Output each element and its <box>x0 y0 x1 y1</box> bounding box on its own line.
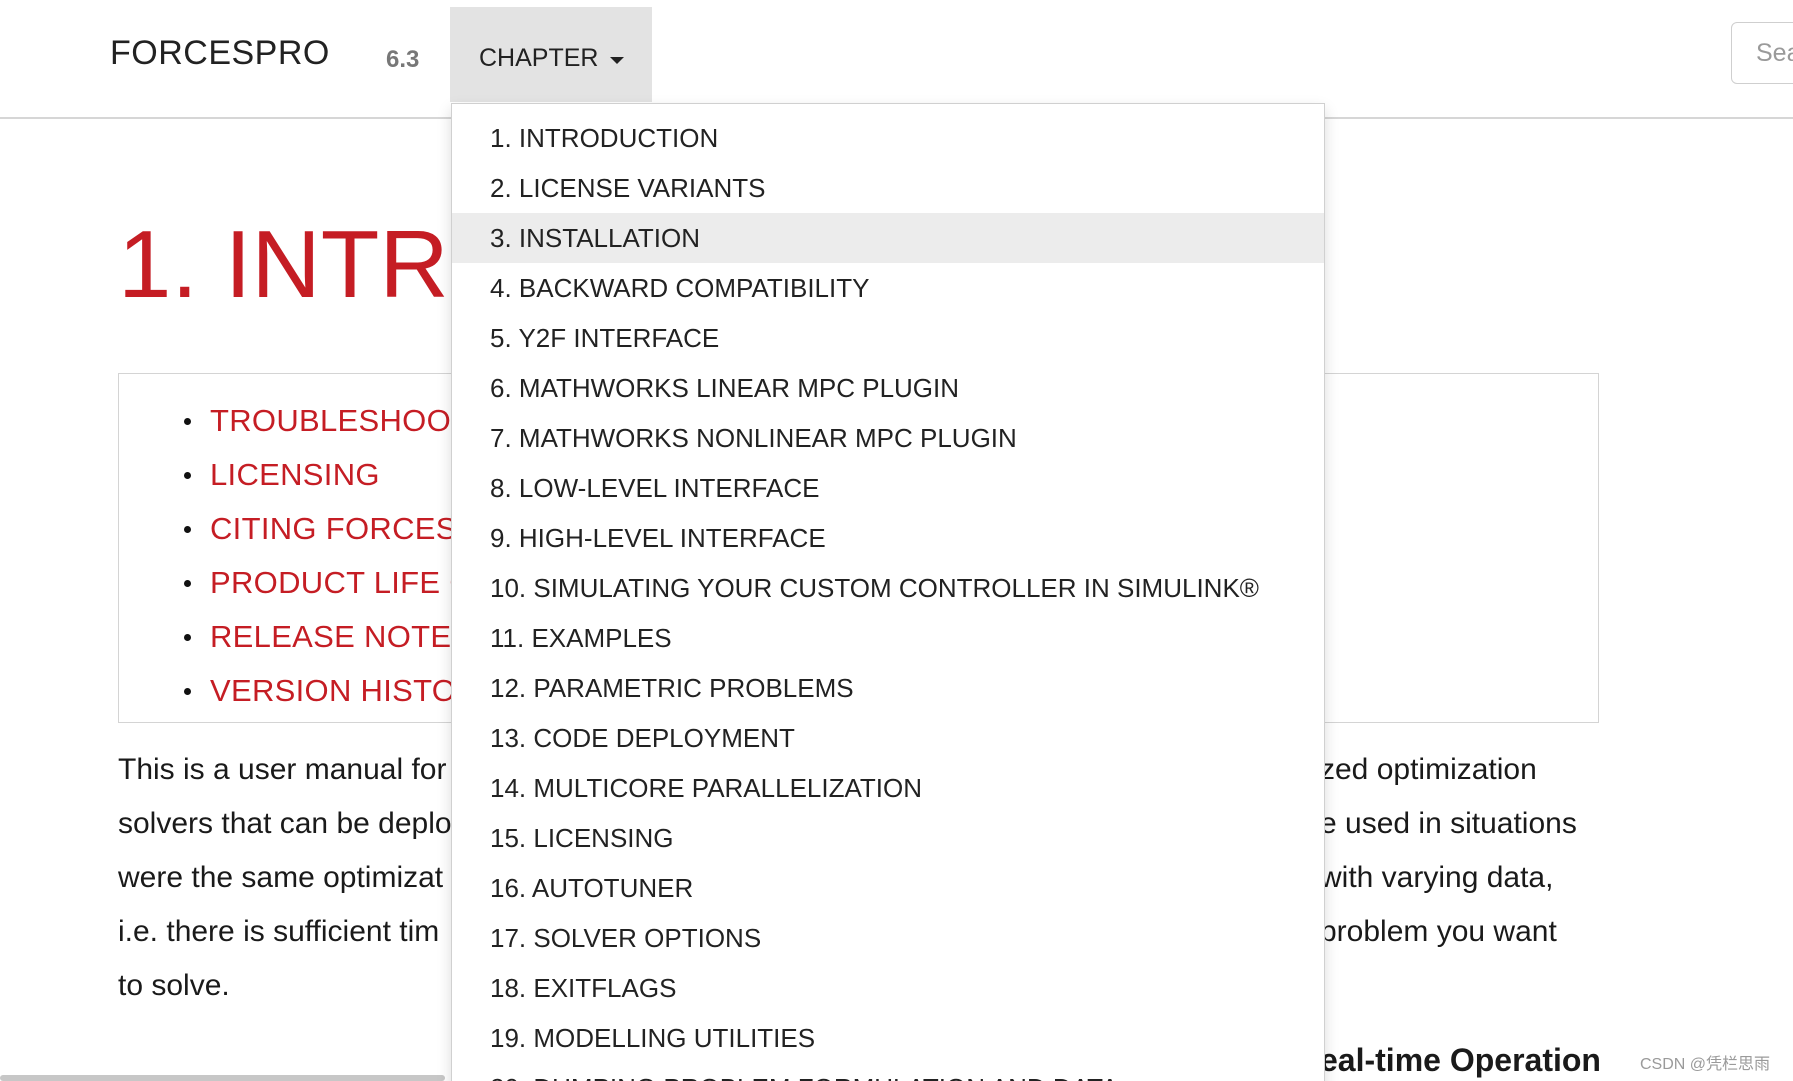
bullet-icon <box>184 634 191 641</box>
bullet-icon <box>184 688 191 695</box>
paragraph-line: solvers that can be deplo <box>118 807 452 840</box>
chapter-menu-item[interactable]: 14. MULTICORE PARALLELIZATION <box>452 763 1324 813</box>
page: FORCESPRO 6.3 CHAPTER 1. INTRODUCTION TR… <box>0 0 1793 1081</box>
watermark: CSDN @凭栏思雨 <box>1640 1056 1771 1073</box>
paragraph-line: were the same optimizat <box>118 861 444 894</box>
chapter-menu-item[interactable]: 2. LICENSE VARIANTS <box>452 163 1324 213</box>
paragraph-line: i.e. there is sufficient tim <box>118 915 440 948</box>
paragraph-line <box>1320 959 1577 1013</box>
toc-link[interactable]: RELEASE NOTES <box>210 619 472 654</box>
chapter-menu-item[interactable]: 17. SOLVER OPTIONS <box>452 913 1324 963</box>
chapter-menu-item[interactable]: 16. AUTOTUNER <box>452 863 1324 913</box>
brand-link[interactable]: FORCESPRO <box>110 34 330 73</box>
chapter-menu-item[interactable]: 5. Y2F INTERFACE <box>452 313 1324 363</box>
chapter-menu-item[interactable]: 15. LICENSING <box>452 813 1324 863</box>
version-label: 6.3 <box>386 46 420 73</box>
chapter-dropdown-menu: 1. INTRODUCTION 2. LICENSE VARIANTS 3. INS… <box>451 103 1325 1081</box>
chapter-menu-item[interactable]: 6. MATHWORKS LINEAR MPC PLUGIN <box>452 363 1324 413</box>
chapter-dropdown-toggle[interactable]: CHAPTER <box>450 7 652 102</box>
horizontal-scrollbar[interactable] <box>0 1075 445 1081</box>
chapter-label: CHAPTER <box>479 44 599 72</box>
chapter-menu-item[interactable]: 4. BACKWARD COMPATIBILITY <box>452 263 1324 313</box>
paragraph-line: to solve. <box>118 969 230 1002</box>
paragraph-line: e used in situations <box>1320 807 1577 840</box>
chapter-menu-item[interactable]: 3. INSTALLATION <box>452 213 1324 263</box>
chapter-menu-list: 1. INTRODUCTION 2. LICENSE VARIANTS 3. INS… <box>452 104 1324 1081</box>
paragraph-line: This is a user manual for <box>118 753 447 786</box>
paragraph-line: zed optimization <box>1320 753 1537 786</box>
section-heading: eal-time Operation <box>1320 1042 1601 1078</box>
search-input[interactable] <box>1731 22 1793 84</box>
paragraph-line: problem you want <box>1320 915 1557 948</box>
bullet-icon <box>184 580 191 587</box>
chapter-menu-item[interactable]: 1. INTRODUCTION <box>452 113 1324 163</box>
intro-paragraph-right: zed optimization e used in situations with… <box>1320 743 1577 1013</box>
chapter-menu-item[interactable]: 10. SIMULATING YOUR CUSTOM CONTROLLER IN… <box>452 563 1324 613</box>
bullet-icon <box>184 526 191 533</box>
chapter-menu-item[interactable]: 19. MODELLING UTILITIES <box>452 1013 1324 1063</box>
intro-paragraph-left: This is a user manual for solvers that ca… <box>118 743 452 1013</box>
chapter-menu-item[interactable]: 20. DUMPING PROBLEM FORMULATION AND DATA <box>452 1063 1324 1081</box>
toc-link[interactable]: LICENSING <box>210 457 380 492</box>
chapter-menu-item[interactable]: 7. MATHWORKS NONLINEAR MPC PLUGIN <box>452 413 1324 463</box>
chapter-menu-item[interactable]: 8. LOW-LEVEL INTERFACE <box>452 463 1324 513</box>
chapter-menu-item[interactable]: 18. EXITFLAGS <box>452 963 1324 1013</box>
chapter-menu-item[interactable]: 9. HIGH-LEVEL INTERFACE <box>452 513 1324 563</box>
chapter-menu-item[interactable]: 13. CODE DEPLOYMENT <box>452 713 1324 763</box>
caret-down-icon <box>610 57 624 64</box>
bullet-icon <box>184 418 191 425</box>
chapter-menu-item[interactable]: 12. PARAMETRIC PROBLEMS <box>452 663 1324 713</box>
bullet-icon <box>184 472 191 479</box>
paragraph-line: with varying data, <box>1320 861 1554 894</box>
navbar: FORCESPRO 6.3 CHAPTER <box>0 0 1793 119</box>
chapter-menu-item[interactable]: 11. EXAMPLES <box>452 613 1324 663</box>
